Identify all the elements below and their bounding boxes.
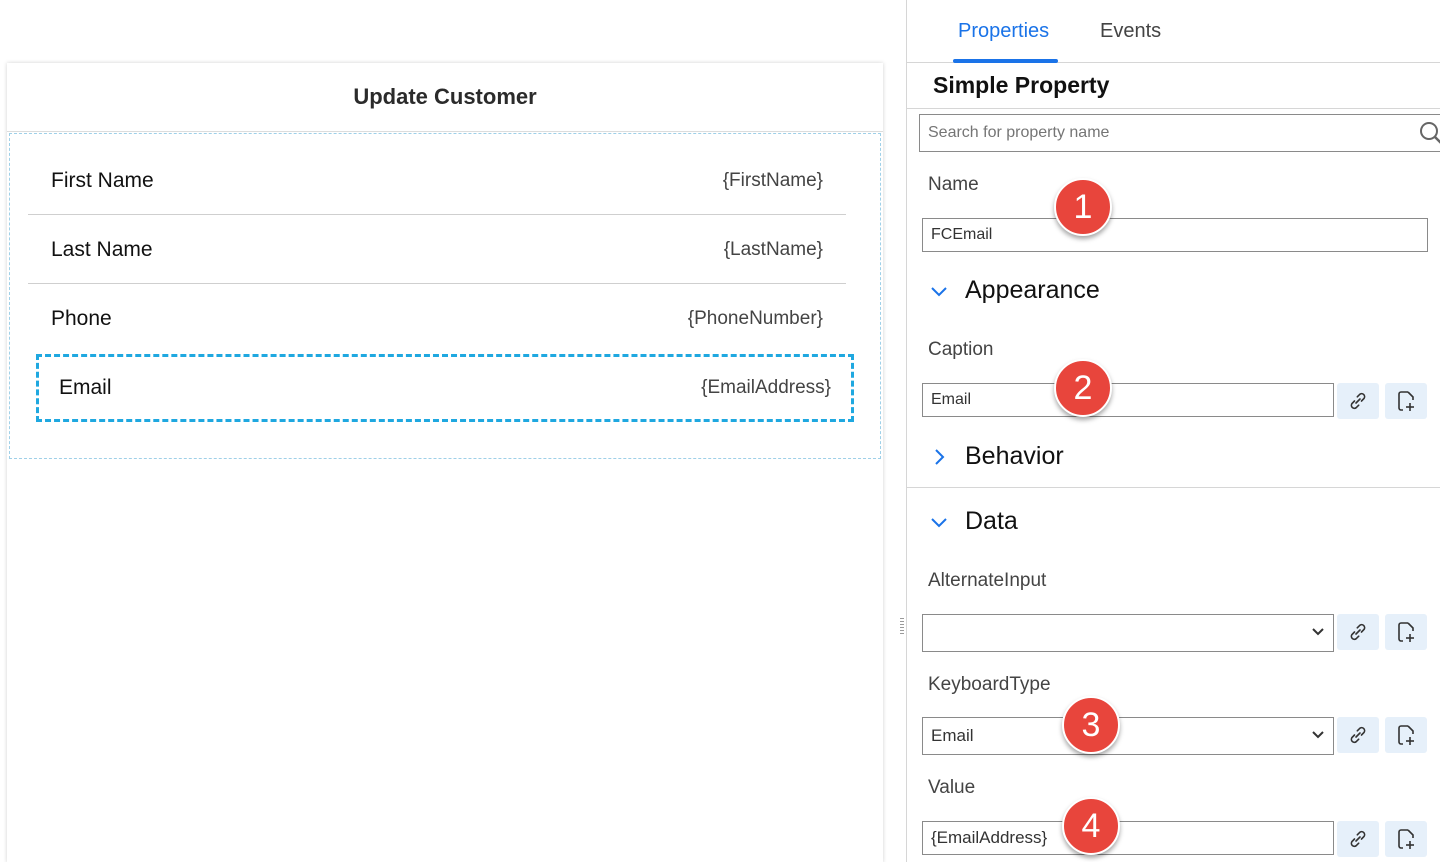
property-search-input[interactable] — [928, 124, 1408, 142]
alternate-input-select[interactable] — [922, 614, 1334, 652]
form-row-phone[interactable]: Phone {PhoneNumber} — [28, 285, 846, 353]
value-bind-button[interactable] — [1337, 821, 1379, 857]
caption-bind-button[interactable] — [1337, 383, 1379, 419]
caption-field-value: Email — [931, 391, 972, 408]
search-icon[interactable] — [1418, 120, 1440, 146]
chevron-down-icon — [931, 517, 947, 527]
link-icon — [1350, 392, 1366, 410]
tab-properties[interactable]: Properties — [958, 20, 1049, 43]
alternate-input-label: AlternateInput — [928, 570, 1047, 591]
panel-title: Simple Property — [933, 72, 1110, 98]
add-document-icon — [1398, 622, 1414, 642]
value-add-resource-button[interactable] — [1385, 821, 1427, 857]
chevron-down-icon — [1312, 628, 1324, 636]
section-behavior[interactable]: Behavior — [929, 442, 1064, 471]
value-field-value: {EmailAddress} — [931, 828, 1048, 847]
chevron-right-icon — [935, 448, 945, 465]
callout-badge-4: 4 — [1062, 797, 1120, 855]
divider — [907, 487, 1440, 488]
active-tab-indicator — [953, 59, 1058, 63]
row-label: Phone — [51, 307, 112, 330]
add-document-icon — [1398, 391, 1414, 411]
panel-tabs: Properties Events — [907, 0, 1440, 63]
callout-badge-2: 2 — [1054, 359, 1112, 417]
chevron-down-icon — [931, 286, 947, 296]
add-document-icon — [1398, 829, 1414, 849]
section-data-label: Data — [965, 507, 1018, 535]
properties-panel: Properties Events Simple Property Name F… — [906, 0, 1440, 862]
form-row-email[interactable]: Email {EmailAddress} — [36, 354, 854, 422]
row-value: {PhoneNumber} — [687, 308, 823, 329]
value-label: Value — [928, 777, 976, 798]
design-canvas: Update Customer First Name {FirstName} L… — [0, 0, 906, 862]
caption-add-resource-button[interactable] — [1385, 383, 1427, 419]
alternate-input-bind-button[interactable] — [1337, 614, 1379, 650]
row-value: {FirstName} — [722, 169, 823, 191]
row-value: {EmailAddress} — [701, 377, 831, 398]
keyboard-type-bind-button[interactable] — [1337, 717, 1379, 753]
caption-label: Caption — [928, 339, 994, 360]
link-icon — [1350, 726, 1366, 744]
name-field-value: FCEmail — [931, 226, 993, 243]
caption-field[interactable]: Email — [922, 383, 1334, 417]
row-label: Email — [59, 376, 112, 399]
form-row-first-name[interactable]: First Name {FirstName} — [28, 147, 846, 215]
alternate-input-add-resource-button[interactable] — [1385, 614, 1427, 650]
form-title: Update Customer — [7, 63, 883, 132]
link-icon — [1350, 830, 1366, 848]
divider — [907, 108, 1440, 109]
section-appearance[interactable]: Appearance — [929, 276, 1100, 305]
panel-splitter-handle[interactable] — [900, 618, 904, 634]
name-label: Name — [928, 174, 979, 195]
keyboard-type-select[interactable]: Email — [922, 717, 1334, 755]
row-value: {LastName} — [723, 238, 823, 260]
callout-badge-3: 3 — [1062, 696, 1120, 754]
link-icon — [1350, 623, 1366, 641]
row-label: First Name — [51, 168, 154, 192]
section-data[interactable]: Data — [929, 507, 1018, 536]
section-appearance-label: Appearance — [965, 276, 1100, 304]
name-field[interactable]: FCEmail — [922, 218, 1428, 252]
tab-events[interactable]: Events — [1100, 20, 1161, 43]
add-document-icon — [1398, 725, 1414, 745]
form-row-last-name[interactable]: Last Name {LastName} — [28, 216, 846, 284]
section-behavior-label: Behavior — [965, 442, 1064, 470]
app-root: Update Customer First Name {FirstName} L… — [0, 0, 1440, 862]
keyboard-type-value: Email — [931, 726, 974, 745]
keyboard-type-label: KeyboardType — [928, 674, 1051, 695]
chevron-down-icon — [1312, 731, 1324, 739]
value-field[interactable]: {EmailAddress} — [922, 821, 1334, 855]
property-search — [919, 114, 1440, 152]
callout-badge-1: 1 — [1054, 178, 1112, 236]
keyboard-type-add-resource-button[interactable] — [1385, 717, 1427, 753]
row-label: Last Name — [51, 237, 153, 261]
